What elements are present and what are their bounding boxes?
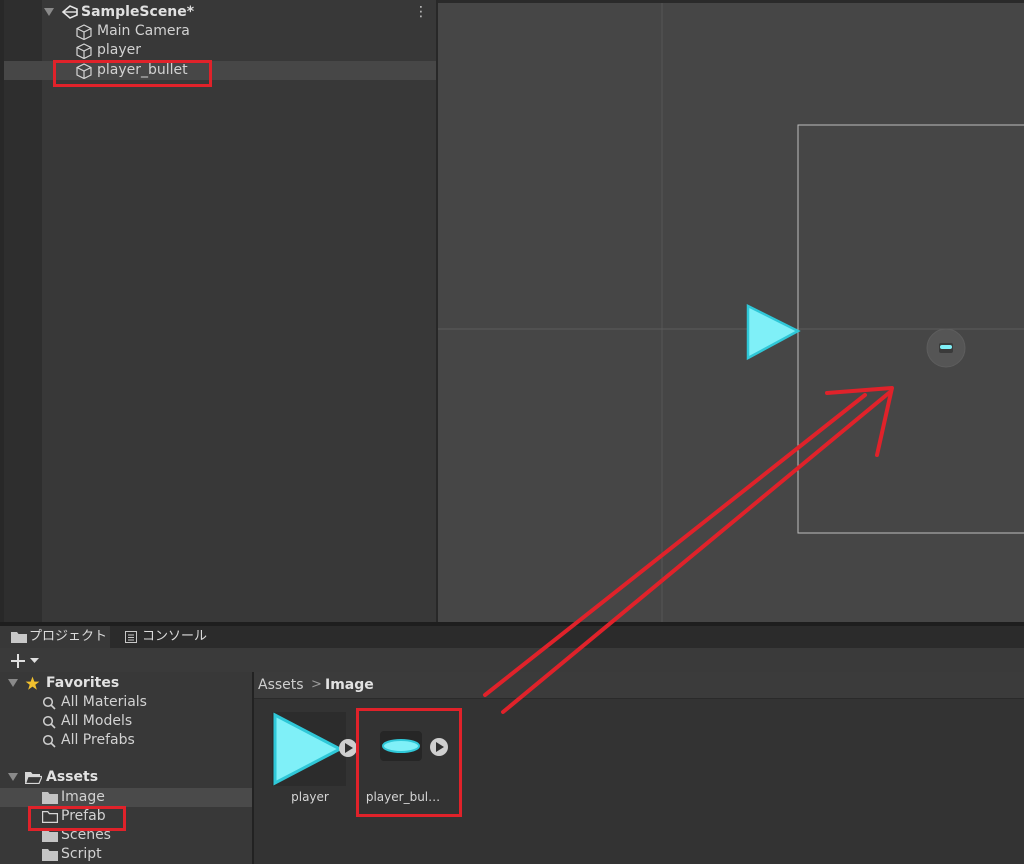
- favorites-item-label: All Prefabs: [61, 732, 135, 748]
- hierarchy-item-player[interactable]: player: [4, 41, 436, 60]
- project-toolbar: [0, 648, 1024, 672]
- breadcrumb-root[interactable]: Assets: [258, 672, 304, 698]
- scene-name: SampleScene*: [81, 4, 195, 20]
- tab-console[interactable]: コンソール: [116, 626, 216, 648]
- folder-label: Script: [61, 846, 102, 862]
- scene-row[interactable]: SampleScene* ⋮: [4, 3, 436, 22]
- folder-icon: [42, 849, 58, 861]
- tab-project[interactable]: プロジェクト: [0, 626, 110, 648]
- create-asset-button[interactable]: [8, 650, 44, 670]
- chevron-down-icon: [30, 658, 39, 663]
- expand-arrow-icon[interactable]: [8, 773, 18, 782]
- hierarchy-item-main-camera[interactable]: Main Camera: [4, 22, 436, 41]
- scene-toolbar-edge: [438, 0, 1024, 3]
- scene-grid: [438, 0, 1024, 622]
- play-circle-icon[interactable]: [338, 738, 358, 758]
- favorites-item-label: All Models: [61, 713, 133, 729]
- breadcrumb-separator: >: [311, 677, 322, 692]
- unity-logo-icon: [61, 5, 78, 19]
- open-folder-icon: [25, 772, 42, 784]
- breadcrumb: Assets > Image: [254, 672, 1024, 699]
- favorites-item-label: All Materials: [61, 694, 147, 710]
- star-icon: [25, 676, 40, 690]
- player-bullet-sprite[interactable]: [926, 328, 966, 368]
- favorites-label: Favorites: [46, 675, 120, 691]
- folder-icon: [42, 792, 58, 804]
- gameobject-cube-icon: [76, 43, 92, 59]
- folder-image[interactable]: Image: [0, 788, 252, 807]
- folder-icon: [11, 632, 27, 643]
- hierarchy-panel: SampleScene* ⋮ Main Camera player player…: [4, 0, 436, 622]
- assets-row[interactable]: Assets: [0, 768, 252, 787]
- search-icon: [42, 715, 56, 729]
- plus-icon: [11, 654, 25, 668]
- expand-arrow-icon[interactable]: [44, 8, 54, 17]
- folder-label: Image: [61, 789, 105, 805]
- favorites-row[interactable]: Favorites: [0, 674, 252, 693]
- scene-menu-icon[interactable]: ⋮: [414, 5, 428, 19]
- tab-label: プロジェクト: [29, 629, 108, 644]
- breadcrumb-current[interactable]: Image: [325, 672, 374, 698]
- player-sprite[interactable]: [746, 303, 801, 361]
- favorites-item-all-materials[interactable]: All Materials: [0, 693, 252, 712]
- assets-label: Assets: [46, 769, 99, 785]
- hierarchy-gutter: [4, 0, 42, 622]
- scene-view[interactable]: [438, 0, 1024, 622]
- favorites-item-all-models[interactable]: All Models: [0, 712, 252, 731]
- favorites-item-all-prefabs[interactable]: All Prefabs: [0, 731, 252, 750]
- highlight-box-prefab-folder: [28, 806, 126, 831]
- folder-script[interactable]: Script: [0, 845, 252, 864]
- expand-arrow-icon[interactable]: [8, 679, 18, 688]
- search-icon: [42, 734, 56, 748]
- project-tabbar: プロジェクト コンソール: [0, 626, 1024, 648]
- asset-name: player: [291, 790, 329, 804]
- highlight-box-hierarchy: [53, 60, 212, 87]
- tab-label: コンソール: [142, 629, 208, 644]
- highlight-box-asset: [356, 708, 462, 817]
- console-icon: [125, 631, 137, 643]
- project-tree: Favorites All Materials All Models All P…: [0, 672, 252, 864]
- hierarchy-item-label: player: [97, 42, 142, 58]
- search-icon: [42, 696, 56, 710]
- gameobject-cube-icon: [76, 24, 92, 40]
- hierarchy-item-label: Main Camera: [97, 23, 190, 39]
